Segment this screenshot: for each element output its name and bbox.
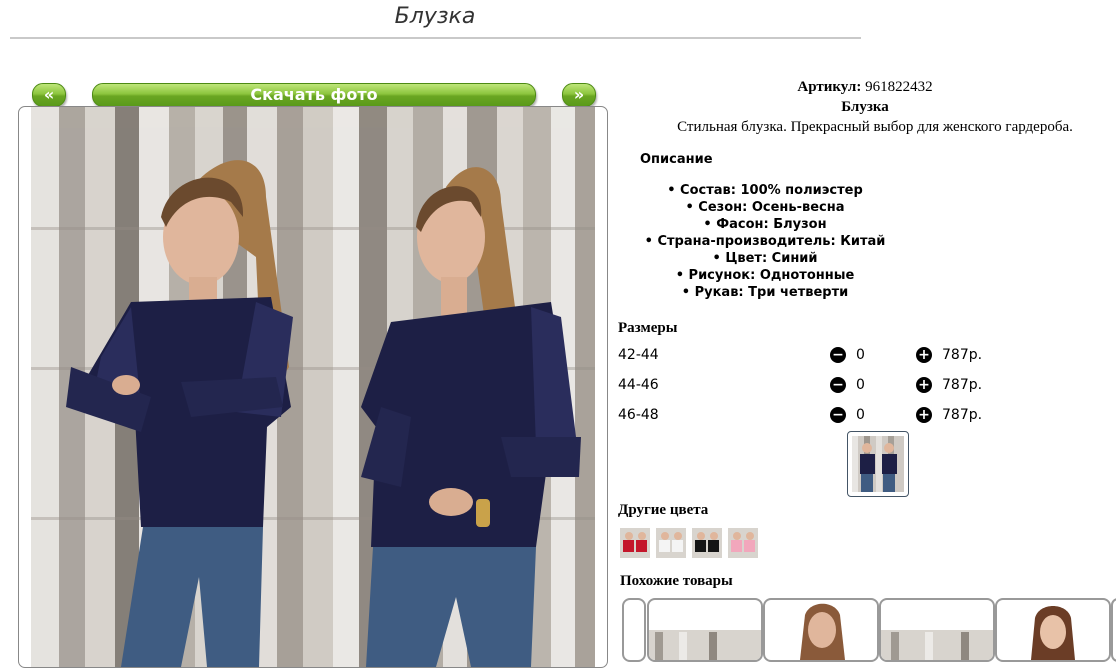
similar-product-image	[800, 603, 845, 660]
size-row: 44-46 − 0 + 787р.	[618, 377, 1018, 397]
spec-list: • Состав: 100% полиэстер • Сезон: Осень-…	[620, 182, 910, 301]
size-label: 42-44	[618, 347, 659, 363]
plus-circle-icon[interactable]: +	[916, 377, 932, 393]
product-name: Блузка	[841, 99, 889, 115]
similar-product-image	[881, 630, 993, 660]
spec-item: • Страна-производитель: Китай	[644, 234, 886, 249]
similar-product-card[interactable]	[647, 598, 763, 662]
size-row: 42-44 − 0 + 787р.	[618, 347, 1018, 367]
size-label: 44-46	[618, 377, 659, 393]
similar-product-image	[1031, 606, 1075, 660]
color-swatch-white[interactable]	[656, 528, 686, 558]
color-swatch-pink[interactable]	[728, 528, 758, 558]
plus-circle-icon[interactable]: +	[916, 407, 932, 423]
size-row: 46-48 − 0 + 787р.	[618, 407, 1018, 427]
minus-circle-icon[interactable]: −	[830, 407, 846, 423]
size-qty: 0	[856, 377, 865, 393]
selected-photo-thumbnail[interactable]	[847, 431, 909, 497]
description-heading: Описание	[640, 152, 713, 167]
spec-item: • Цвет: Синий	[712, 251, 818, 266]
spec-item: • Состав: 100% полиэстер	[667, 183, 863, 198]
similar-product-card[interactable]	[622, 598, 646, 662]
spec-item: • Фасон: Блузон	[703, 217, 827, 232]
next-photo-button[interactable]: »	[562, 83, 596, 107]
similar-product-card[interactable]	[995, 598, 1111, 662]
similar-product-card[interactable]	[879, 598, 995, 662]
size-qty: 0	[856, 347, 865, 363]
size-price: 787р.	[942, 407, 983, 423]
similar-product-image	[649, 630, 761, 660]
size-label: 46-48	[618, 407, 659, 423]
spec-item: • Рисунок: Однотонные	[675, 268, 855, 283]
minus-circle-icon[interactable]: −	[830, 377, 846, 393]
size-price: 787р.	[942, 377, 983, 393]
product-short-description: Стильная блузка. Прекрасный выбор для же…	[677, 119, 1073, 135]
similar-product-card[interactable]	[1111, 598, 1116, 662]
similar-products-heading: Похожие товары	[620, 573, 733, 589]
spec-item: • Сезон: Осень-весна	[685, 200, 845, 215]
prev-photo-button[interactable]: «	[32, 83, 66, 107]
thumbnail-image	[852, 436, 904, 492]
title-divider	[10, 37, 861, 39]
size-price: 787р.	[942, 347, 983, 363]
sizes-heading: Размеры	[618, 320, 678, 336]
minus-circle-icon[interactable]: −	[830, 347, 846, 363]
main-product-photo	[31, 107, 595, 667]
plus-circle-icon[interactable]: +	[916, 347, 932, 363]
article-label: Артикул:	[797, 79, 862, 95]
download-photo-button[interactable]: Скачать фото	[92, 83, 536, 107]
page-title: Блузка	[394, 4, 476, 29]
other-colors-heading: Другие цвета	[618, 502, 709, 518]
article-line: Артикул: 961822432	[620, 79, 1110, 96]
similar-product-card[interactable]	[763, 598, 879, 662]
spec-item: • Рукав: Три четверти	[681, 285, 849, 300]
size-qty: 0	[856, 407, 865, 423]
color-swatch-red[interactable]	[620, 528, 650, 558]
color-swatch-black[interactable]	[692, 528, 722, 558]
main-photo-frame	[18, 106, 608, 668]
article-value: 961822432	[865, 79, 933, 95]
